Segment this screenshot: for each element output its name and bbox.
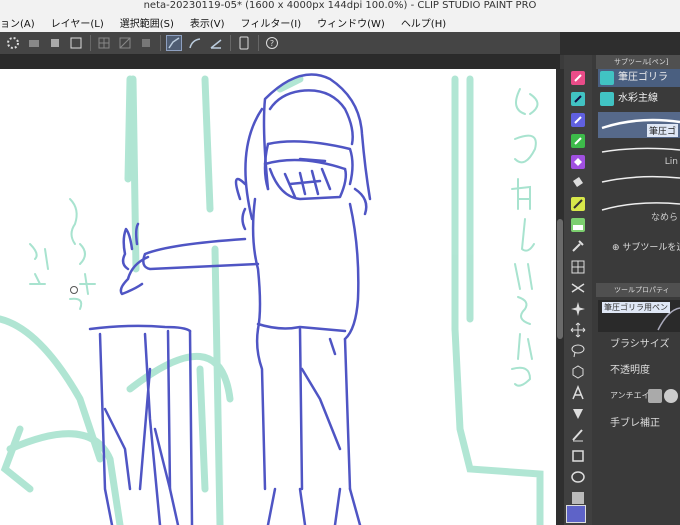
tool-property-preview: 筆圧ゴリラ用ペン	[598, 300, 680, 332]
stroke-label: 筆圧ゴ	[646, 124, 678, 137]
sparkle-tool-icon[interactable]	[568, 300, 588, 318]
subtool-item-watercolor-line[interactable]: 水彩主線	[598, 90, 680, 108]
tool-property-header[interactable]: ツールプロパティ	[596, 283, 680, 297]
main-color-swatch[interactable]	[566, 505, 586, 523]
divider	[160, 35, 161, 51]
subtool-label: 水彩主線	[618, 93, 658, 104]
stabilization-label: 手ブレ補正	[610, 418, 660, 429]
menu-filter[interactable]: フィルター(I)	[241, 15, 302, 30]
3d-tool-icon[interactable]	[568, 363, 588, 381]
stroke-pen-icon[interactable]	[166, 35, 182, 51]
scrollbar-thumb[interactable]	[557, 219, 563, 339]
balloon-tool-icon[interactable]	[568, 405, 588, 423]
crop-icon[interactable]	[68, 35, 84, 51]
menu-view[interactable]: 表示(V)	[190, 15, 225, 30]
stroke-label: Lin	[664, 157, 678, 167]
rectangle-tool-icon[interactable]	[568, 447, 588, 465]
subtool-panel-header[interactable]: サブツール[ペン]	[596, 55, 680, 69]
palette-strip	[560, 32, 680, 55]
pencil-tool-icon[interactable]	[568, 111, 588, 129]
stroke-curve-icon[interactable]	[187, 35, 203, 51]
spinner-icon[interactable]	[5, 35, 21, 51]
opacity-label: 不透明度	[610, 365, 650, 376]
menu-animation[interactable]: ョン(A)	[0, 15, 35, 30]
gradient-tool-icon[interactable]	[568, 216, 588, 234]
fill-icon[interactable]	[138, 35, 154, 51]
divider	[230, 35, 231, 51]
divider	[90, 35, 91, 51]
magic-wand-icon[interactable]	[568, 195, 588, 213]
subtool-label: 筆圧ゴリラ	[618, 72, 668, 83]
frame-tool-icon[interactable]	[568, 258, 588, 276]
pen-icon	[600, 92, 614, 106]
window-title: neta-20230119-05* (1600 x 4000px 144dpi …	[0, 0, 680, 12]
marker-tool-icon[interactable]	[568, 132, 588, 150]
menu-bar: ョン(A) レイヤー(L) 選択範囲(S) 表示(V) フィルター(I) ウィン…	[0, 12, 680, 32]
canvas[interactable]	[0, 69, 556, 525]
help-icon[interactable]: ?	[264, 35, 280, 51]
canvas-tab-strip	[0, 55, 560, 69]
svg-text:?: ?	[270, 39, 274, 48]
pen-icon	[600, 71, 614, 85]
add-subtool-label: サブツールを追	[622, 243, 680, 253]
stroke-preset[interactable]: なめら	[598, 198, 680, 224]
device-icon[interactable]	[236, 35, 252, 51]
command-bar: ?	[0, 32, 560, 55]
menu-layer[interactable]: レイヤー(L)	[51, 15, 104, 30]
stroke-preset[interactable]	[598, 170, 680, 196]
line-tool-icon[interactable]	[568, 426, 588, 444]
grid-icon[interactable]	[96, 35, 112, 51]
brush-size-label: ブラシサイズ	[610, 339, 670, 350]
pen-tool-icon[interactable]	[568, 69, 588, 87]
ruler-icon[interactable]	[117, 35, 133, 51]
eraser-tool-icon[interactable]	[568, 153, 588, 171]
tool-palette	[564, 55, 592, 525]
ellipse-tool-icon[interactable]	[568, 468, 588, 486]
eraser-icon[interactable]	[47, 35, 63, 51]
stroke-label: なめら	[650, 213, 678, 223]
fill-tool-icon[interactable]	[568, 174, 588, 192]
canvas-scrollbar[interactable]	[556, 69, 564, 525]
ribbon-tool-icon[interactable]	[568, 279, 588, 297]
add-subtool-button[interactable]: ⊕ サブツールを追	[612, 240, 680, 253]
brush-tool-icon[interactable]	[568, 90, 588, 108]
stroke-preview-icon	[601, 175, 680, 183]
text-tool-icon[interactable]	[568, 384, 588, 402]
menu-selection[interactable]: 選択範囲(S)	[120, 15, 174, 30]
stroke-preset-selected[interactable]: 筆圧ゴ	[598, 112, 680, 138]
move-tool-icon[interactable]	[568, 321, 588, 339]
eyedropper-icon[interactable]	[568, 237, 588, 255]
divider	[258, 35, 259, 51]
artwork	[0, 73, 544, 525]
antialias-option[interactable]	[648, 389, 662, 403]
subtool-item-pressure-pen[interactable]: 筆圧ゴリラ	[598, 69, 680, 87]
preset-name: 筆圧ゴリラ用ペン	[602, 302, 670, 313]
menu-window[interactable]: ウィンドウ(W)	[317, 15, 385, 30]
stroke-line-icon[interactable]	[208, 35, 224, 51]
lasso-tool-icon[interactable]	[568, 342, 588, 360]
menu-help[interactable]: ヘルプ(H)	[401, 15, 446, 30]
clear-icon[interactable]	[26, 35, 42, 51]
antialias-option-smooth[interactable]	[664, 389, 678, 403]
stroke-preset[interactable]: Lin	[598, 142, 680, 168]
